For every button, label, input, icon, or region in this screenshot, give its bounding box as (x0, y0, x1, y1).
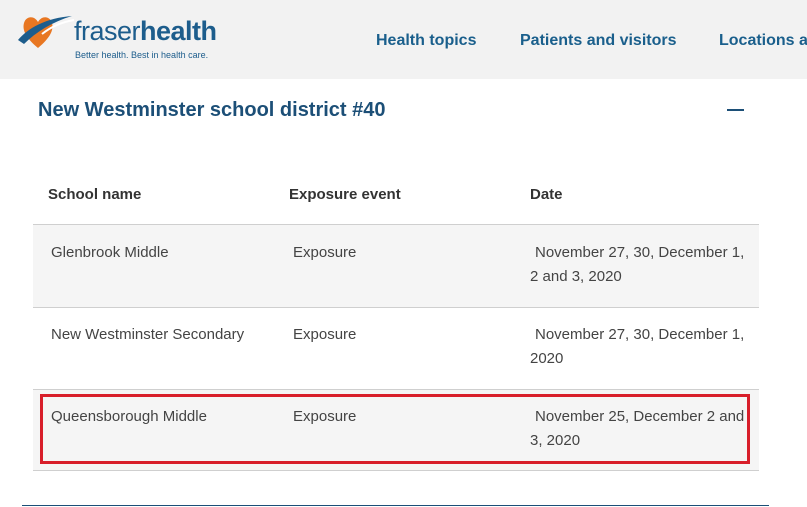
exposure-event-cell: Exposure (293, 326, 357, 343)
date-cell: November 27, 30, December 1, 2020 (530, 326, 745, 367)
fraser-health-logo[interactable]: fraserhealth Better health. Best in heal… (16, 10, 217, 70)
nav-patients-and-visitors[interactable]: Patients and visitors (520, 32, 677, 50)
header-date: Date (530, 186, 563, 203)
minus-icon (727, 109, 744, 111)
highlight-box (40, 394, 750, 464)
date-cell: November 27, 30, December 1, 2 and 3, 20… (530, 244, 745, 285)
header-exposure-event: Exposure event (289, 186, 401, 203)
heart-logo-icon (18, 16, 75, 48)
table-row: New Westminster Secondary Exposure Novem… (33, 308, 759, 390)
nav-health-topics[interactable]: Health topics (376, 32, 476, 50)
logo-wordmark: fraserhealth (74, 16, 217, 46)
site-header: fraserhealth Better health. Best in heal… (0, 0, 807, 79)
section-title[interactable]: New Westminster school district #40 (38, 99, 386, 122)
section-bottom-divider (22, 505, 769, 506)
header-school-name: School name (48, 186, 142, 203)
logo-tagline: Better health. Best in health care. (75, 50, 209, 60)
school-name-cell: Glenbrook Middle (51, 244, 169, 261)
school-name-cell: New Westminster Secondary (51, 326, 245, 343)
table-row: Glenbrook Middle Exposure November 27, 3… (33, 225, 759, 308)
exposure-event-cell: Exposure (293, 244, 357, 261)
collapse-button[interactable] (724, 99, 746, 121)
nav-locations[interactable]: Locations a (719, 32, 807, 50)
